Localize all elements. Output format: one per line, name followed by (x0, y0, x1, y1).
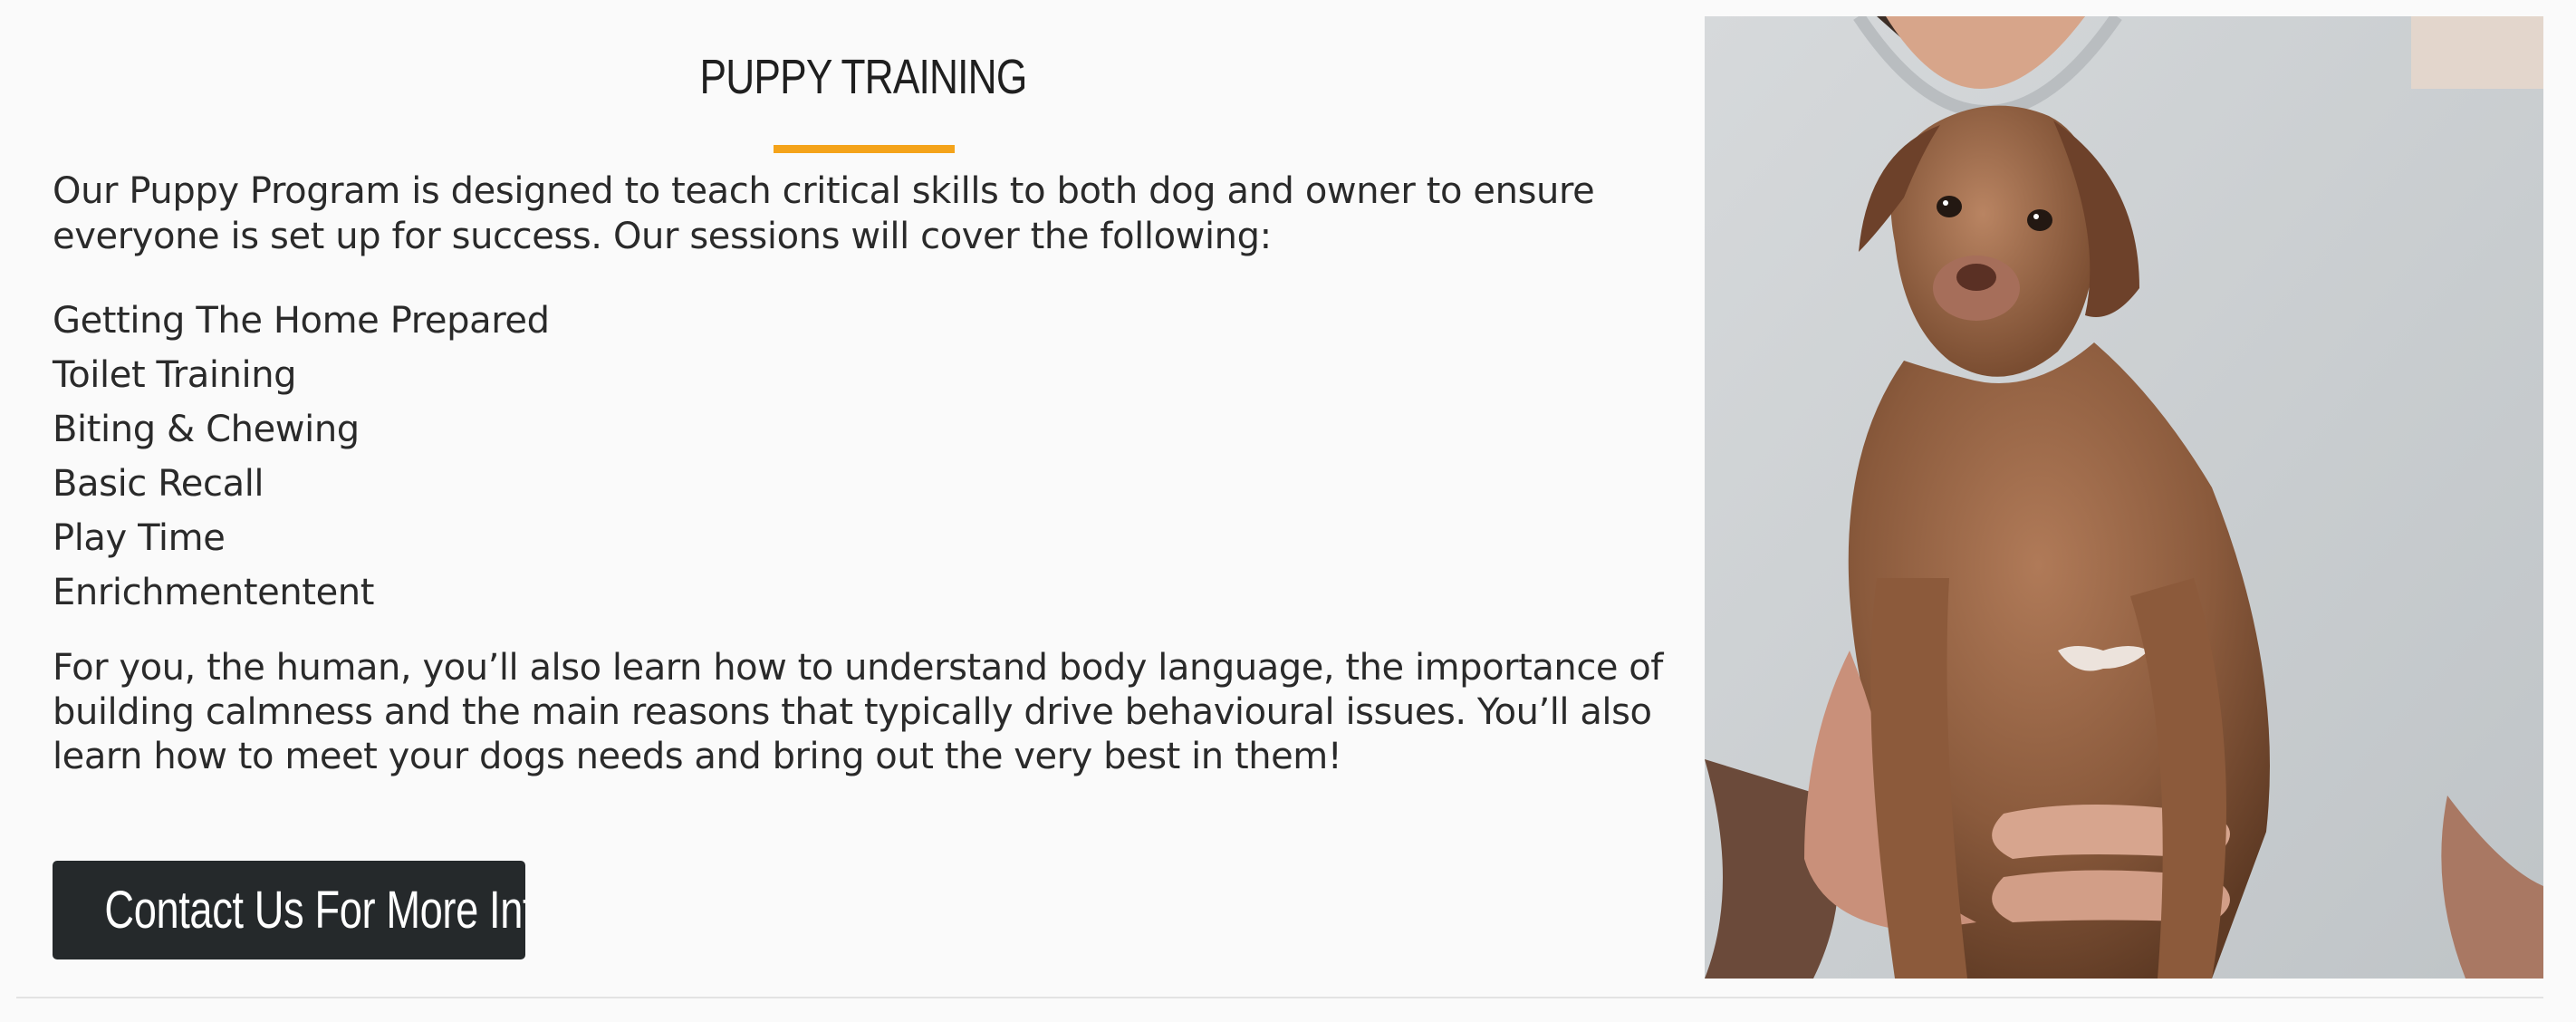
puppy-training-section: PUPPY TRAINING Our Puppy Program is desi… (0, 0, 2576, 1022)
outro-paragraph: For you, the human, you’ll also learn ho… (53, 647, 1663, 777)
intro-paragraph: Our Puppy Program is designed to teach c… (53, 170, 1595, 257)
list-item: Getting The Home Prepared (53, 300, 550, 342)
puppy-photo-illustration (1705, 16, 2543, 979)
list-item: Enrichmententent (53, 572, 375, 613)
section-title: PUPPY TRAINING (699, 50, 1028, 104)
contact-us-button-label: Contact Us For More Info (104, 881, 525, 940)
title-underline (774, 145, 955, 153)
topics-list: Getting The Home Prepared Toilet Trainin… (53, 294, 550, 620)
puppy-photo (1705, 16, 2543, 979)
contact-us-button[interactable]: Contact Us For More Info (53, 861, 525, 959)
list-item: Toilet Training (53, 354, 297, 396)
list-item: Play Time (53, 517, 226, 559)
section-divider (16, 997, 2543, 998)
list-item: Biting & Chewing (53, 409, 360, 450)
list-item: Basic Recall (53, 463, 264, 505)
